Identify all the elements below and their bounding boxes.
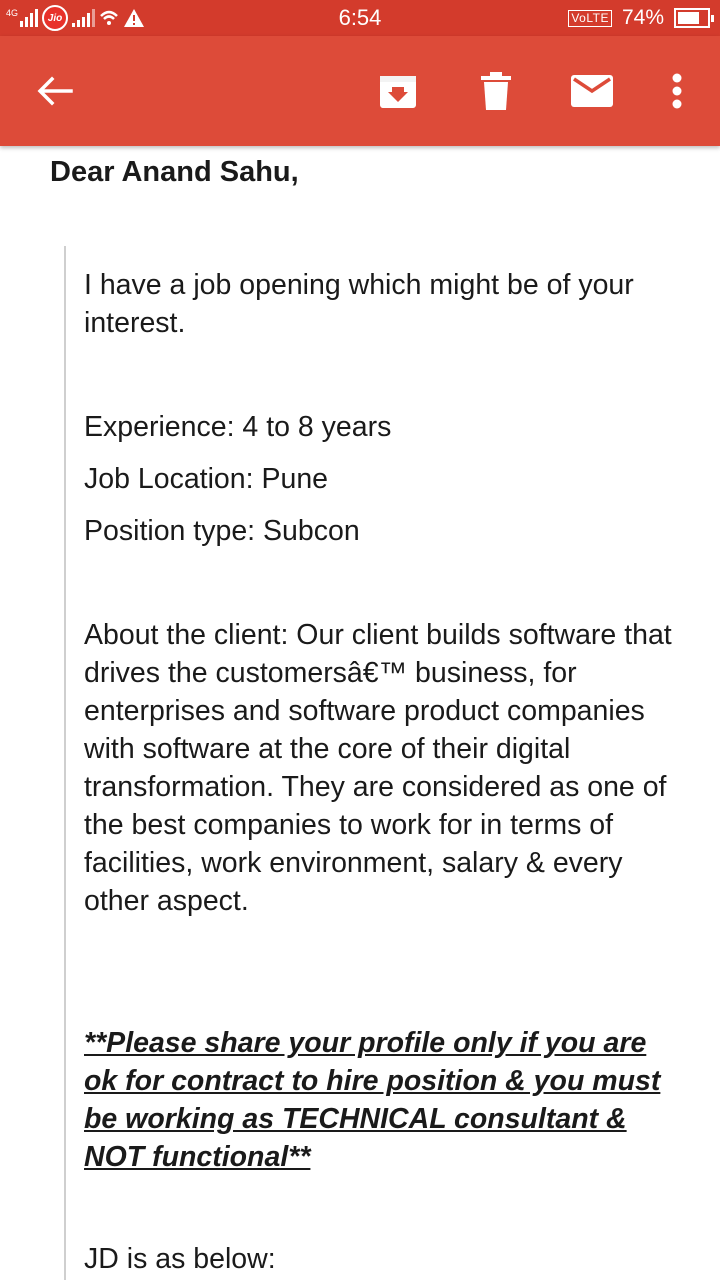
battery-fill: [678, 12, 699, 24]
archive-icon: [380, 76, 416, 108]
trash-icon: [481, 72, 511, 110]
email-jd-heading: JD is as below:: [84, 1243, 276, 1275]
email-location: Job Location: Pune: [84, 463, 329, 495]
volte-badge: VoLTE: [568, 9, 612, 27]
email-intro: I have a job opening which might be of y…: [84, 269, 634, 339]
archive-button[interactable]: [368, 36, 428, 146]
battery-icon: [674, 8, 714, 28]
email-experience: Experience: 4 to 8 years: [84, 411, 392, 443]
email-position-type: Position type: Subcon: [84, 515, 360, 547]
back-button[interactable]: [20, 36, 90, 146]
arrow-left-icon: [37, 76, 73, 106]
quote-divider: [64, 246, 66, 1280]
delete-button[interactable]: [466, 36, 526, 146]
more-options-button[interactable]: [652, 36, 702, 146]
mark-unread-button[interactable]: [562, 36, 622, 146]
email-greeting: Dear Anand Sahu,: [50, 156, 299, 188]
toolbar: [0, 36, 720, 146]
status-bar: 4G Jio 6:54 VoLTE 74%: [0, 0, 720, 36]
status-right-icons: VoLTE 74%: [568, 6, 714, 30]
email-important-note: **Please share your profile only if you …: [84, 1027, 661, 1173]
battery-percent: 74%: [621, 6, 664, 29]
more-vertical-icon: [672, 73, 682, 109]
mail-icon: [571, 75, 613, 107]
email-about-client: About the client: Our client builds soft…: [84, 619, 672, 917]
